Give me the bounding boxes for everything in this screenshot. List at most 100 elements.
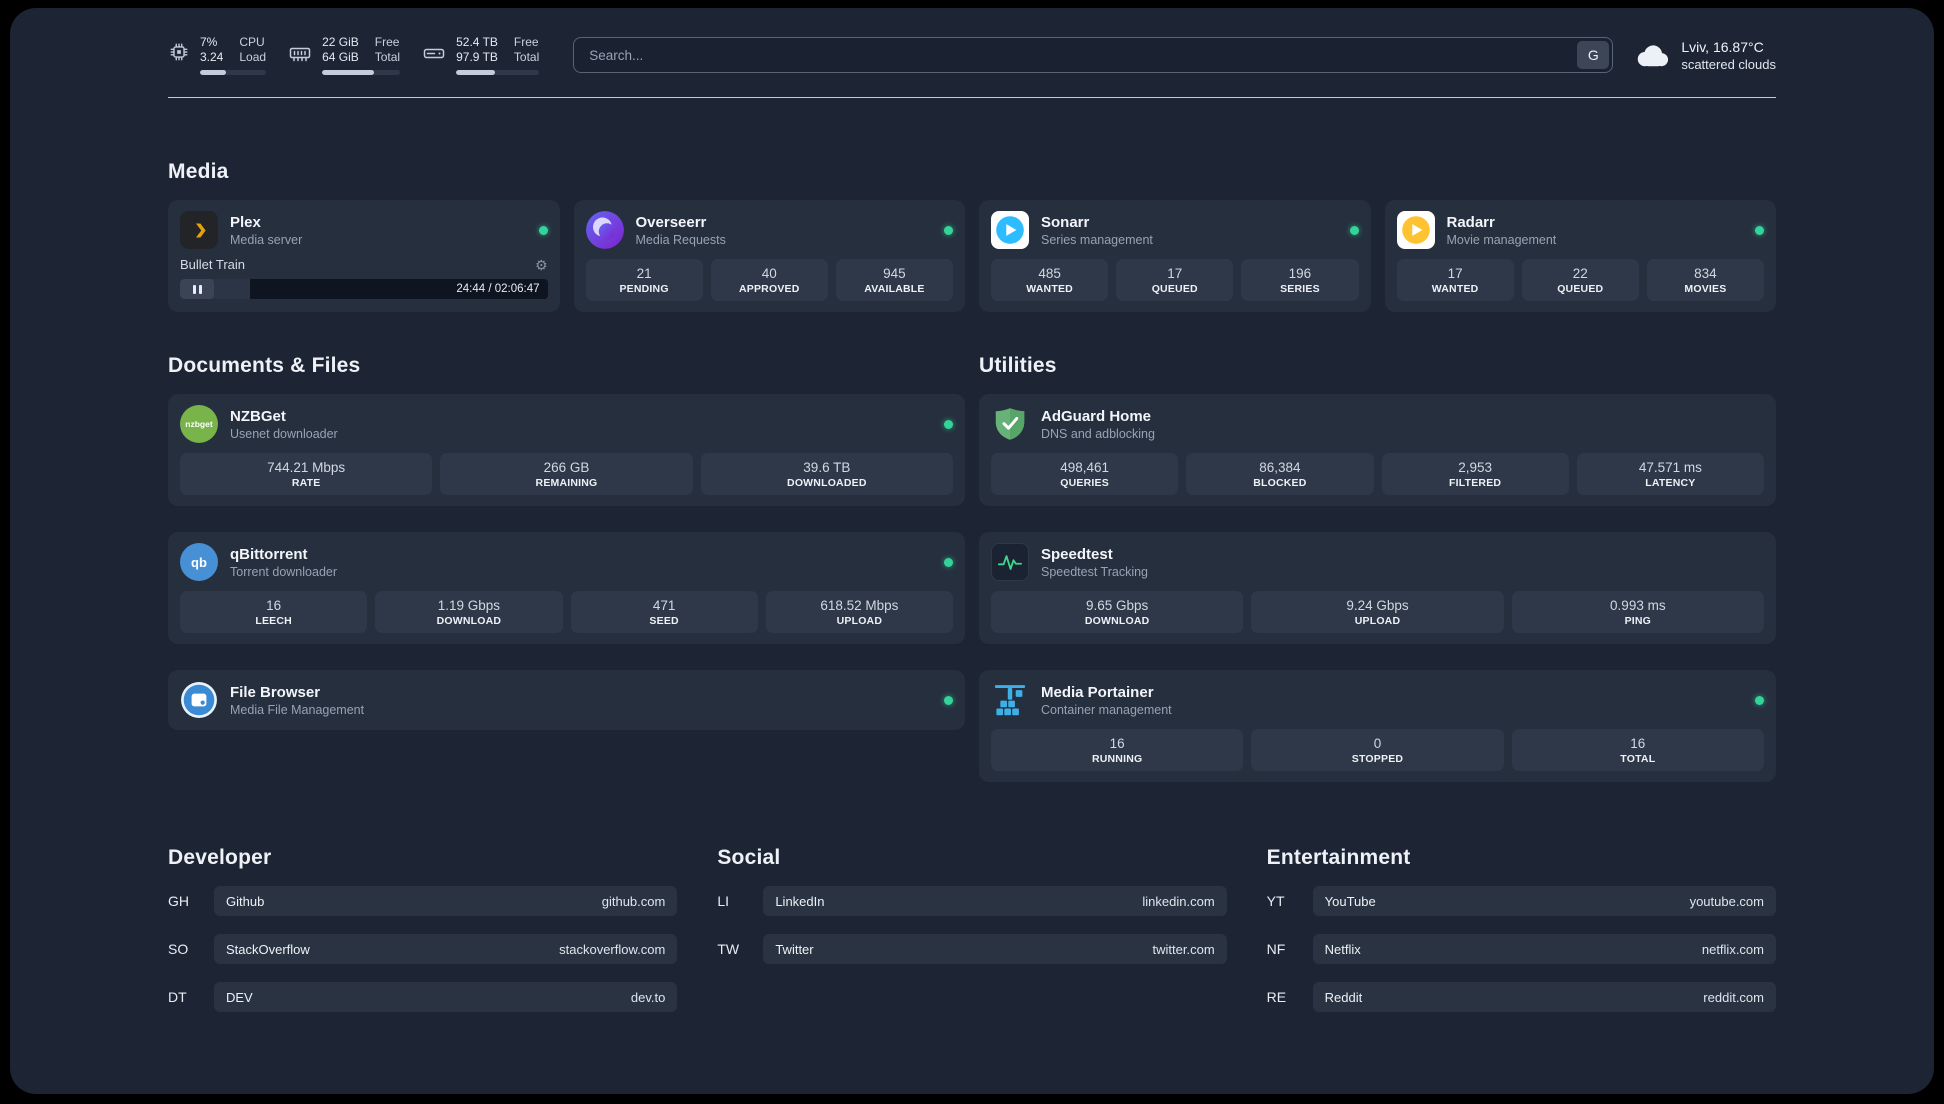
memory-icon (288, 35, 312, 65)
gear-icon[interactable]: ⚙ (535, 257, 548, 273)
memory-free-value: 22 GiB (322, 35, 359, 49)
stat-value: 498,461 (1060, 460, 1110, 475)
stats-row: 744.21 Mbps RATE 266 GB REMAINING 39.6 TB D… (180, 453, 953, 495)
bookmark-pill[interactable]: LinkedIn linkedin.com (763, 886, 1227, 916)
bookmark-netflix[interactable]: NF Netflix netflix.com (1267, 934, 1776, 964)
stat-tile: 0.993 ms PING (1511, 591, 1764, 633)
card-header: Radarr Movie management (1396, 211, 1764, 249)
memory-free-label: Free (374, 35, 400, 49)
stat-tile: 485 WANTED (991, 259, 1109, 301)
service-meta: Speedtest Speedtest Tracking (1041, 545, 1148, 580)
stat-value: 39.6 TB (803, 460, 851, 475)
dashboard-panel: 7% 3.24 CPU Load 22 GiB 64 GiB Free Tota… (10, 8, 1934, 1094)
disk-icon (422, 35, 446, 65)
stat-value: 618.52 Mbps (820, 598, 899, 613)
stat-tile: 17 WANTED (1396, 259, 1514, 301)
service-meta: Radarr Movie management (1447, 213, 1557, 248)
stat-tile: 196 SERIES (1241, 259, 1359, 301)
disk-usage-bar-fill (456, 70, 496, 75)
card-header: AdGuard Home DNS and adblocking (991, 405, 1764, 443)
service-meta: NZBGet Usenet downloader (230, 407, 338, 442)
service-card-qbittorrent[interactable]: qb qBittorrent Torrent downloader 16 LEEC… (168, 532, 965, 644)
section-title-utilities: Utilities (979, 354, 1057, 377)
status-dot (1755, 695, 1764, 705)
service-card-overseerr[interactable]: Overseerr Media Requests 21 PENDING 40 APP… (573, 200, 965, 312)
bookmark-reddit[interactable]: RE Reddit reddit.com (1267, 982, 1776, 1012)
bookmark-name: Github (226, 893, 265, 909)
stat-value: 40 (761, 266, 777, 281)
service-subtitle: Media Requests (635, 232, 726, 247)
documents-column: Documents & Files nzbget NZBGet Usenet d… (168, 354, 965, 730)
memory-total-value: 64 GiB (322, 50, 359, 64)
bookmark-pill[interactable]: Twitter twitter.com (763, 934, 1227, 964)
service-card-speedtest[interactable]: Speedtest Speedtest Tracking 9.65 Gbps DO… (979, 532, 1776, 644)
search-input[interactable] (577, 47, 1578, 63)
weather-location: Lviv, 16.87°C (1681, 38, 1764, 55)
stat-value: 9.24 Gbps (1346, 598, 1409, 613)
service-card-nzbget[interactable]: nzbget NZBGet Usenet downloader 744.21 M… (168, 394, 965, 506)
stat-value: 86,384 (1259, 460, 1301, 475)
stat-label: MOVIES (1684, 283, 1727, 295)
stat-tile: 9.65 Gbps DOWNLOAD (991, 591, 1244, 633)
stat-label: QUEUED (1557, 283, 1604, 295)
memory-widget: 22 GiB 64 GiB Free Total (288, 35, 401, 75)
bookmark-stackoverflow[interactable]: SO StackOverflow stackoverflow.com (168, 934, 678, 964)
service-name: Sonarr (1041, 213, 1090, 231)
service-subtitle: Usenet downloader (230, 426, 338, 441)
stat-value: 196 (1288, 266, 1312, 281)
service-name: Speedtest (1041, 545, 1113, 563)
service-card-adguard[interactable]: AdGuard Home DNS and adblocking 498,461 Q… (979, 394, 1776, 506)
bookmark-github[interactable]: GH Github github.com (168, 886, 678, 916)
stat-tile: 47.571 ms LATENCY (1576, 453, 1764, 495)
bookmark-dev[interactable]: DT DEV dev.to (168, 982, 678, 1012)
service-subtitle: Media File Management (230, 702, 365, 717)
bookmark-twitter[interactable]: TW Twitter twitter.com (717, 934, 1227, 964)
service-card-portainer[interactable]: Media Portainer Container management 16 R… (979, 670, 1776, 782)
pause-button[interactable] (180, 279, 214, 299)
service-card-plex[interactable]: Plex Media server Bullet Train ⚙ 24:44 /… (168, 200, 560, 312)
service-name: NZBGet (230, 407, 286, 425)
stat-label: DOWNLOAD (1084, 615, 1150, 627)
stat-label: WANTED (1026, 283, 1073, 295)
stat-label: QUERIES (1060, 477, 1109, 489)
bookmark-pill[interactable]: StackOverflow stackoverflow.com (214, 934, 678, 964)
service-card-sonarr[interactable]: Sonarr Series management 485 WANTED 17 QUE… (979, 200, 1371, 312)
service-meta: Plex Media server (230, 213, 302, 248)
media-seekbar[interactable]: 24:44 / 02:06:47 (180, 279, 548, 299)
stat-value: 0 (1373, 736, 1382, 751)
card-header: Overseerr Media Requests (585, 211, 953, 249)
bookmark-pill[interactable]: Netflix netflix.com (1312, 934, 1776, 964)
stat-label: LEECH (255, 615, 292, 627)
stat-tile: 16 LEECH (180, 591, 368, 633)
stat-label: UPLOAD (1354, 615, 1401, 627)
bookmark-abbr: DT (168, 989, 187, 1005)
stat-tile: 39.6 TB DOWNLOADED (700, 453, 953, 495)
stat-tile: 498,461 QUERIES (991, 453, 1179, 495)
bookmark-pill[interactable]: DEV dev.to (214, 982, 678, 1012)
bookmark-abbr: SO (168, 941, 189, 957)
service-name: qBittorrent (230, 545, 308, 563)
utilities-column: Utilities AdGuard Home DNS and adblockin… (979, 354, 1776, 782)
search-provider-button[interactable]: G (1577, 41, 1610, 69)
section-title-media: Media (168, 160, 229, 183)
bookmark-url: twitter.com (1152, 941, 1215, 957)
service-name: File Browser (230, 683, 321, 701)
qbittorrent-icon: qb (180, 543, 218, 581)
service-name: Media Portainer (1041, 683, 1154, 701)
bookmark-url: linkedin.com (1142, 893, 1215, 909)
disk-total-value: 97.9 TB (456, 50, 498, 64)
bookmark-youtube[interactable]: YT YouTube youtube.com (1267, 886, 1776, 916)
weather-condition: scattered clouds (1681, 56, 1776, 72)
stat-tile: 21 PENDING (585, 259, 703, 301)
service-card-radarr[interactable]: Radarr Movie management 17 WANTED 22 QUEUE… (1384, 200, 1776, 312)
bookmark-linkedin[interactable]: LI LinkedIn linkedin.com (717, 886, 1227, 916)
bookmark-pill[interactable]: Reddit reddit.com (1312, 982, 1776, 1012)
service-card-filebrowser[interactable]: File Browser Media File Management (168, 670, 965, 730)
service-name: Plex (230, 213, 261, 231)
stat-label: PING (1624, 615, 1652, 627)
status-dot (944, 225, 953, 235)
bookmark-pill[interactable]: YouTube youtube.com (1312, 886, 1776, 916)
section-title-entertainment: Entertainment (1266, 846, 1411, 869)
playback-time: 24:44 / 02:06:47 (456, 283, 540, 295)
bookmark-pill[interactable]: Github github.com (214, 886, 678, 916)
